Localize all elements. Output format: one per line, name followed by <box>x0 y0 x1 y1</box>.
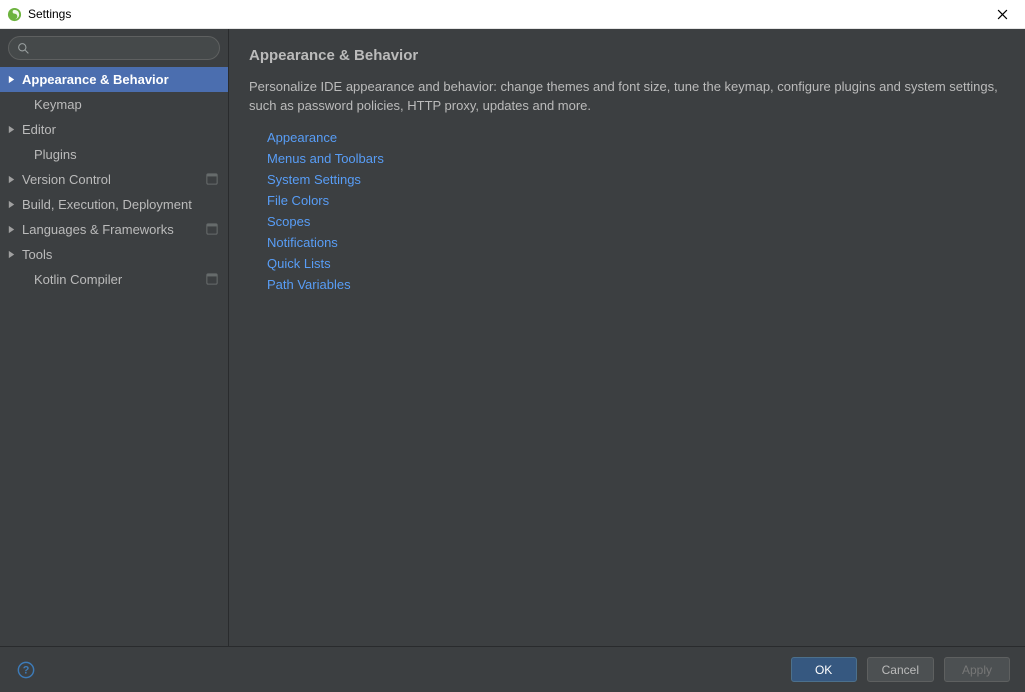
settings-tree: Appearance & Behavior Keymap Editor Plugins… <box>0 67 228 646</box>
sidebar-item-appearance-behavior[interactable]: Appearance & Behavior <box>0 67 228 92</box>
settings-link-file-colors[interactable]: File Colors <box>267 193 1003 208</box>
titlebar: Settings <box>0 0 1025 29</box>
page-description: Personalize IDE appearance and behavior:… <box>249 78 1003 116</box>
sidebar-item-label: Editor <box>22 122 220 137</box>
help-button[interactable]: ? <box>15 659 37 681</box>
sidebar-item-label: Plugins <box>22 147 220 162</box>
sidebar-item-label: Keymap <box>22 97 220 112</box>
sidebar-item-plugins[interactable]: Plugins <box>0 142 228 167</box>
settings-link-notifications[interactable]: Notifications <box>267 235 1003 250</box>
settings-link-system-settings[interactable]: System Settings <box>267 172 1003 187</box>
sidebar-item-label: Appearance & Behavior <box>22 72 220 87</box>
expand-arrow-icon <box>0 250 22 259</box>
project-scope-icon <box>206 223 220 237</box>
help-icon: ? <box>17 661 35 679</box>
svg-text:?: ? <box>23 664 30 676</box>
sidebar-item-tools[interactable]: Tools <box>0 242 228 267</box>
sidebar-item-label: Build, Execution, Deployment <box>22 197 220 212</box>
sidebar-item-label: Languages & Frameworks <box>22 222 200 237</box>
close-button[interactable] <box>985 0 1019 28</box>
expand-arrow-icon <box>0 225 22 234</box>
expand-arrow-icon <box>0 175 22 184</box>
sidebar-item-version-control[interactable]: Version Control <box>0 167 228 192</box>
search-field[interactable] <box>34 40 211 56</box>
dialog-footer: ? OK Cancel Apply <box>0 646 1025 692</box>
settings-main-panel: Appearance & Behavior Personalize IDE ap… <box>229 29 1025 646</box>
sidebar-item-keymap[interactable]: Keymap <box>0 92 228 117</box>
settings-link-appearance[interactable]: Appearance <box>267 130 1003 145</box>
window-title: Settings <box>28 7 71 21</box>
sidebar-item-build-execution-deployment[interactable]: Build, Execution, Deployment <box>0 192 228 217</box>
page-title: Appearance & Behavior <box>249 47 1003 64</box>
sidebar-item-languages-frameworks[interactable]: Languages & Frameworks <box>0 217 228 242</box>
expand-arrow-icon <box>0 75 22 84</box>
settings-sidebar: Appearance & Behavior Keymap Editor Plugins… <box>0 29 229 646</box>
settings-link-menus-and-toolbars[interactable]: Menus and Toolbars <box>267 151 1003 166</box>
expand-arrow-icon <box>0 125 22 134</box>
settings-link-path-variables[interactable]: Path Variables <box>267 277 1003 292</box>
sidebar-item-label: Tools <box>22 247 220 262</box>
settings-link-scopes[interactable]: Scopes <box>267 214 1003 229</box>
settings-window: Settings Appearanc <box>0 0 1025 692</box>
sidebar-item-label: Kotlin Compiler <box>22 272 200 287</box>
sidebar-item-label: Version Control <box>22 172 200 187</box>
settings-link-quick-lists[interactable]: Quick Lists <box>267 256 1003 271</box>
expand-arrow-icon <box>0 200 22 209</box>
ok-button[interactable]: OK <box>791 657 857 682</box>
project-scope-icon <box>206 173 220 187</box>
sidebar-item-editor[interactable]: Editor <box>0 117 228 142</box>
apply-button[interactable]: Apply <box>944 657 1010 682</box>
cancel-button[interactable]: Cancel <box>867 657 934 682</box>
settings-sublinks: Appearance Menus and Toolbars System Setti… <box>249 130 1003 292</box>
project-scope-icon <box>206 273 220 287</box>
app-icon <box>6 6 22 22</box>
sidebar-item-kotlin-compiler[interactable]: Kotlin Compiler <box>0 267 228 292</box>
search-icon <box>17 42 30 55</box>
search-input[interactable] <box>8 36 220 60</box>
